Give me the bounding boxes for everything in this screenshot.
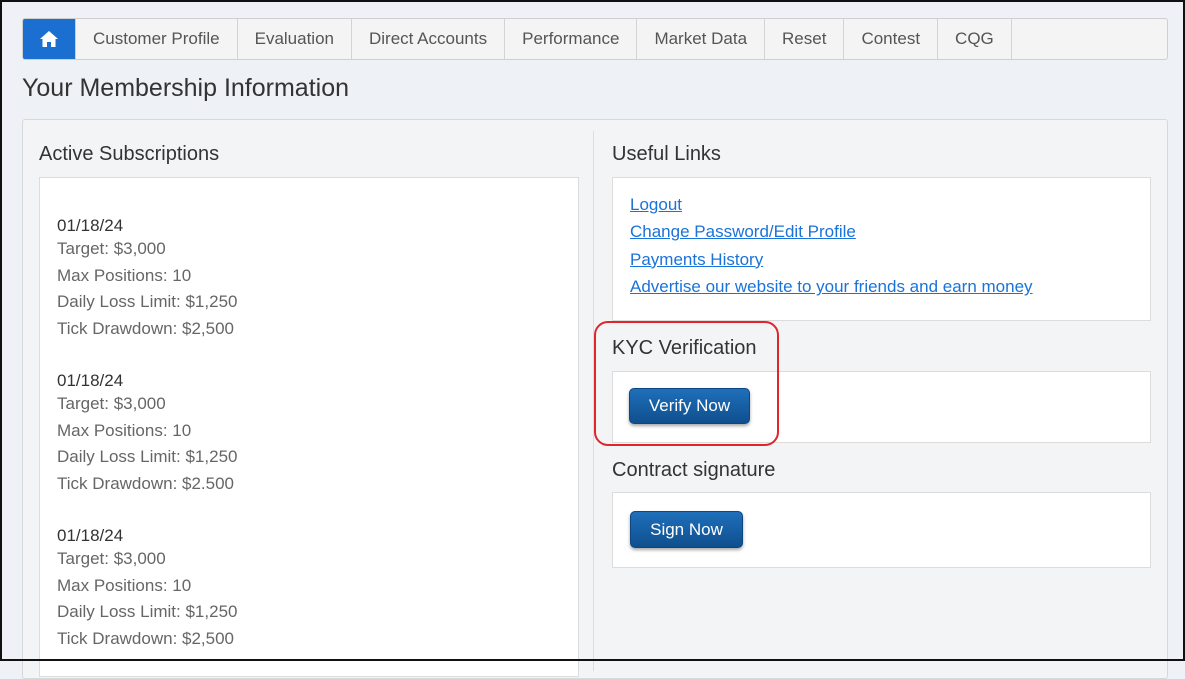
useful-links-card: Logout Change Password/Edit Profile Paym… [612,177,1151,321]
payments-history-link[interactable]: Payments History [630,246,1033,273]
tab-evaluation[interactable]: Evaluation [238,19,352,59]
subscription-max-positions: Max Positions: 10 [57,575,192,595]
logout-link[interactable]: Logout [630,191,1033,218]
tab-performance[interactable]: Performance [505,19,638,59]
top-nav: Customer Profile Evaluation Direct Accou… [22,18,1168,60]
page-title: Your Membership Information [22,74,350,102]
subscription-tick-drawdown: Tick Drawdown: $2,500 [57,318,235,338]
subscription-target: Target: $3,000 [57,239,166,258]
subscription-tick-drawdown: Tick Drawdown: $2,500 [57,628,235,648]
subscriptions-card: 01/18/24 Target: $3,000 Max Positions: 1… [39,177,579,677]
advertise-link[interactable]: Advertise our website to your friends an… [630,273,1033,300]
sign-now-button[interactable]: Sign Now [630,511,743,548]
subscription-date: 01/18/24 [57,371,124,390]
tab-reset[interactable]: Reset [765,19,845,59]
home-button[interactable] [23,19,76,59]
subscription-daily-loss: Daily Loss Limit: $1,250 [57,292,238,311]
useful-links-title: Useful Links [612,143,721,165]
subscription-target: Target: $3,000 [57,549,166,568]
subscription-max-positions: Max Positions: 10 [57,420,192,440]
contract-signature-title: Contract signature [612,459,776,481]
subscription-item: 01/18/24 Target: $3,000 Max Positions: 1… [57,216,237,342]
subscription-daily-loss: Daily Loss Limit: $1,250 [57,602,238,621]
kyc-verification-title: KYC Verification [612,337,757,359]
subscription-item: 01/18/24 Target: $3,000 Max Positions: 1… [57,371,237,497]
tab-market-data[interactable]: Market Data [637,19,766,59]
tab-direct-accounts[interactable]: Direct Accounts [352,19,506,59]
subscription-item: 01/18/24 Target: $3,000 Max Positions: 1… [57,526,237,652]
tab-contest[interactable]: Contest [844,19,939,59]
change-password-link[interactable]: Change Password/Edit Profile [630,218,1033,245]
subscription-tick-drawdown: Tick Drawdown: $2.500 [57,473,235,493]
tab-cqg[interactable]: CQG [938,19,1012,59]
subscription-target: Target: $3,000 [57,394,166,413]
subscription-date: 01/18/24 [57,216,124,235]
tab-customer-profile[interactable]: Customer Profile [76,19,238,59]
column-divider [593,131,594,671]
subscription-date: 01/18/24 [57,526,124,545]
verify-now-button[interactable]: Verify Now [629,388,750,424]
subscription-max-positions: Max Positions: 10 [57,265,192,285]
active-subscriptions-title: Active Subscriptions [39,143,220,165]
home-icon [40,31,58,47]
subscription-daily-loss: Daily Loss Limit: $1,250 [57,447,238,466]
